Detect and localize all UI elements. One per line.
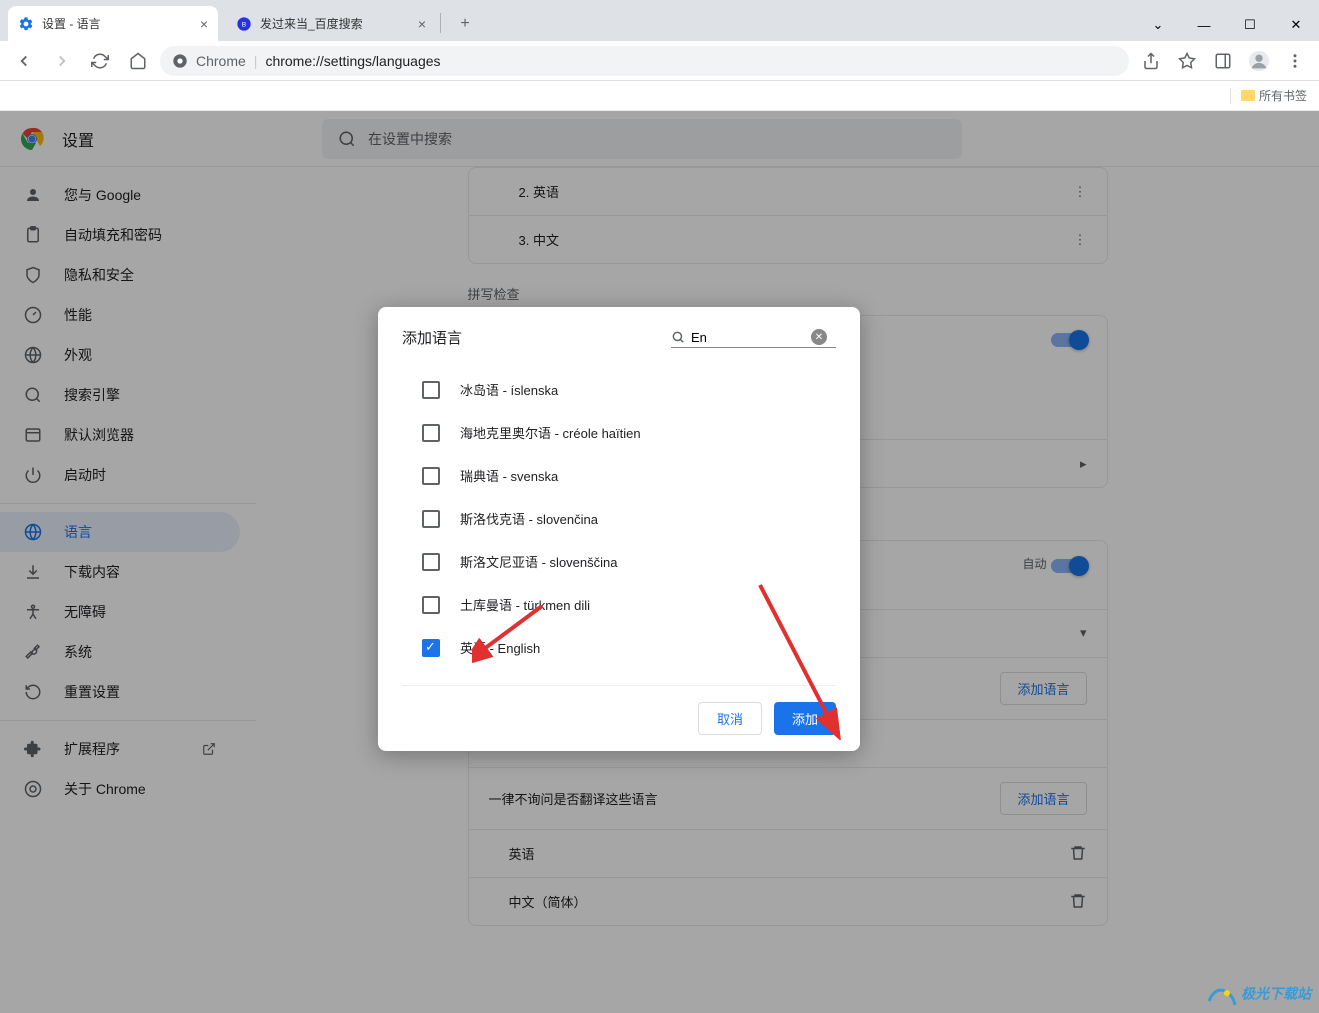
lang-option-icelandic[interactable]: 冰岛语 - íslenska [402, 368, 836, 411]
search-input[interactable] [691, 330, 811, 345]
profile-icon[interactable] [1243, 45, 1275, 77]
all-bookmarks-button[interactable]: 所有书签 [1241, 87, 1307, 104]
language-list: 冰岛语 - íslenska 海地克里奥尔语 - créole haïtien … [402, 360, 836, 677]
maximize-button[interactable]: ☐ [1227, 9, 1273, 41]
minimize-button[interactable]: — [1181, 9, 1227, 41]
window-controls: ⌄ — ☐ ✕ [1135, 9, 1319, 41]
chevron-down-icon[interactable]: ⌄ [1135, 9, 1181, 41]
browser-tab-strip: 设置 - 语言 × B 发过来当_百度搜索 × + ⌄ — ☐ ✕ [0, 0, 1319, 41]
lang-option-slovak[interactable]: 斯洛伐克语 - slovenčina [402, 497, 836, 540]
checkbox[interactable] [422, 467, 440, 485]
address-bar-row: Chrome | chrome://settings/languages [0, 41, 1319, 81]
close-icon[interactable]: × [200, 16, 208, 32]
lang-option-haitian[interactable]: 海地克里奥尔语 - créole haïtien [402, 411, 836, 454]
home-button[interactable] [122, 45, 154, 77]
checkbox[interactable] [422, 424, 440, 442]
add-language-dialog: 添加语言 ✕ 冰岛语 - íslenska 海地克里奥尔语 - créole h… [378, 307, 860, 751]
tab-title: 设置 - 语言 [42, 15, 101, 32]
gear-icon [18, 16, 34, 32]
folder-icon [1241, 90, 1255, 101]
new-tab-button[interactable]: + [451, 10, 479, 38]
checkbox[interactable] [422, 510, 440, 528]
address-bar[interactable]: Chrome | chrome://settings/languages [160, 46, 1129, 76]
dialog-search[interactable]: ✕ [671, 327, 836, 348]
svg-text:B: B [242, 21, 247, 28]
lang-option-slovenian[interactable]: 斯洛文尼亚语 - slovenščina [402, 540, 836, 583]
add-button[interactable]: 添加 [774, 702, 836, 735]
reload-button[interactable] [84, 45, 116, 77]
clear-icon[interactable]: ✕ [811, 329, 827, 345]
checkbox[interactable] [422, 381, 440, 399]
dialog-title: 添加语言 [402, 327, 462, 348]
tab-title: 发过来当_百度搜索 [260, 15, 363, 32]
bookmark-icon[interactable] [1171, 45, 1203, 77]
checkbox[interactable] [422, 639, 440, 657]
checkbox[interactable] [422, 553, 440, 571]
search-icon [671, 330, 685, 344]
tab-baidu[interactable]: B 发过来当_百度搜索 × [226, 6, 436, 41]
close-icon[interactable]: × [418, 16, 426, 32]
lang-option-english[interactable]: 英语 - English [402, 626, 836, 669]
tab-settings[interactable]: 设置 - 语言 × [8, 6, 218, 41]
share-icon[interactable] [1135, 45, 1167, 77]
lang-option-turkmen[interactable]: 土库曼语 - türkmen dili [402, 583, 836, 626]
chrome-label: Chrome [196, 53, 246, 69]
watermark: 极光下载站 [1207, 983, 1311, 1007]
back-button[interactable] [8, 45, 40, 77]
menu-icon[interactable] [1279, 45, 1311, 77]
forward-button[interactable] [46, 45, 78, 77]
chrome-icon [172, 53, 188, 69]
side-panel-icon[interactable] [1207, 45, 1239, 77]
cancel-button[interactable]: 取消 [698, 702, 762, 735]
bookmarks-bar: 所有书签 [0, 81, 1319, 111]
lang-option-swedish[interactable]: 瑞典语 - svenska [402, 454, 836, 497]
checkbox[interactable] [422, 596, 440, 614]
baidu-icon: B [236, 16, 252, 32]
url-text: chrome://settings/languages [265, 53, 440, 69]
close-window-button[interactable]: ✕ [1273, 9, 1319, 41]
